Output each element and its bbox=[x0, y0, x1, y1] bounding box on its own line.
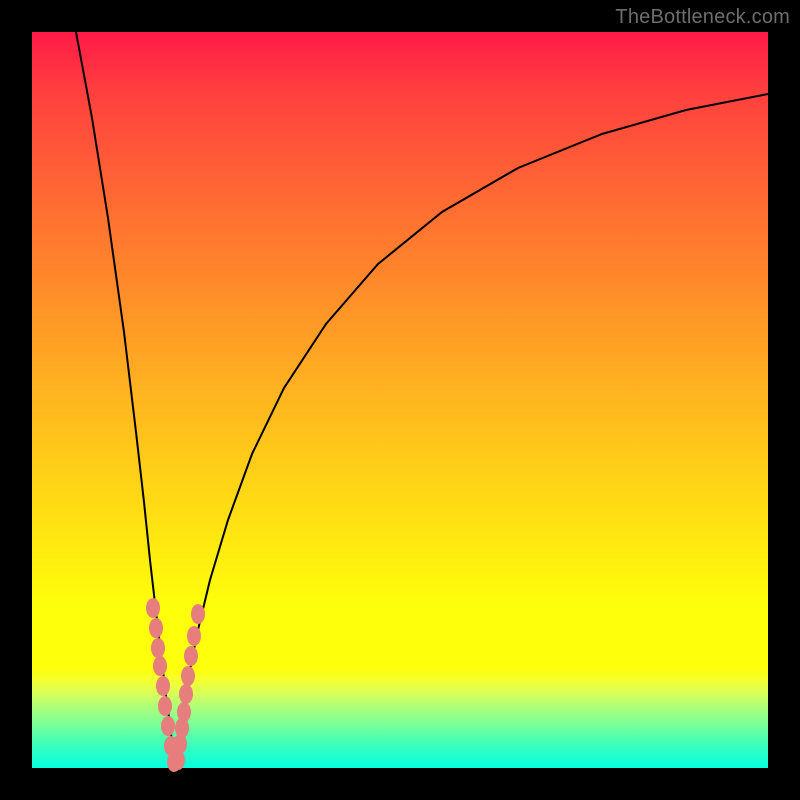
bead bbox=[156, 676, 170, 696]
bead bbox=[153, 656, 167, 676]
bead bbox=[149, 618, 163, 638]
bead bbox=[161, 716, 175, 736]
bead bbox=[181, 666, 195, 686]
bead-cluster bbox=[146, 598, 205, 772]
chart-frame: TheBottleneck.com bbox=[0, 0, 800, 800]
watermark-text: TheBottleneck.com bbox=[615, 6, 790, 29]
bead bbox=[158, 696, 172, 716]
bead bbox=[146, 598, 160, 618]
chart-svg bbox=[32, 32, 768, 768]
bead bbox=[151, 638, 165, 658]
bead bbox=[191, 604, 205, 624]
bead bbox=[177, 702, 191, 722]
curve-right bbox=[175, 94, 768, 768]
plot-area bbox=[32, 32, 768, 768]
bead bbox=[187, 626, 201, 646]
bead bbox=[179, 684, 193, 704]
bead bbox=[184, 646, 198, 666]
